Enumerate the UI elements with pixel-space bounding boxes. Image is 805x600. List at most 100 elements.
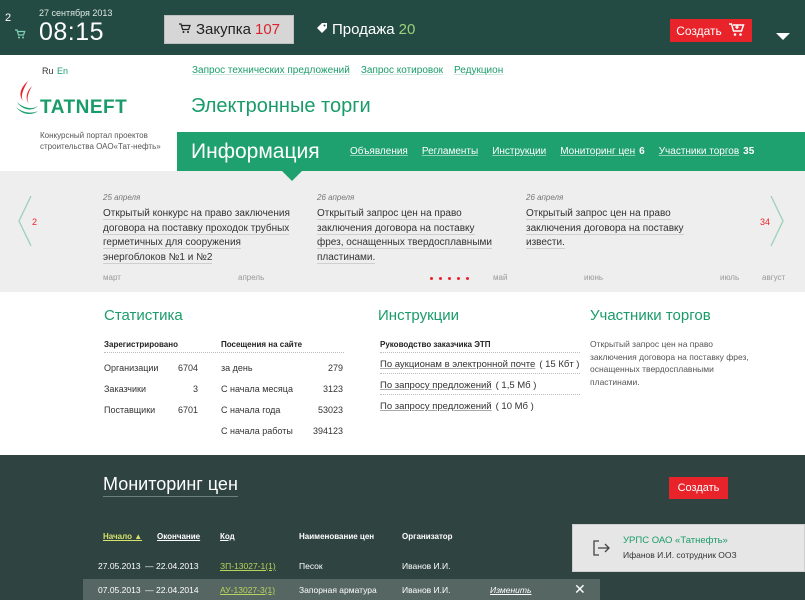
instruction-link[interactable]: По аукционам в электронной почте( 15 Кбт… — [380, 359, 579, 370]
timeline-month[interactable]: май — [493, 273, 507, 282]
row-edit-link[interactable]: Изменить — [490, 585, 531, 595]
stat-value: 6704 — [177, 363, 198, 373]
timeline-month[interactable]: апрель — [238, 273, 264, 282]
column-end[interactable]: Окончание — [157, 532, 200, 541]
column-code[interactable]: Код — [220, 532, 235, 541]
create-monitoring-button[interactable]: Создать — [669, 477, 728, 499]
tag-icon — [316, 21, 328, 38]
stat-value: 53023 — [317, 405, 343, 415]
timeline-month[interactable]: июль — [720, 273, 739, 282]
purchase-label: Закупка — [195, 21, 251, 38]
row-end: 22.04.2013 — [156, 561, 199, 571]
stat-name: Заказчики — [104, 384, 146, 394]
monitoring-title: Мониторинг цен — [103, 474, 238, 497]
instruction-link[interactable]: По запросу предложений( 1,5 Мб ) — [380, 380, 536, 391]
chevron-down-icon[interactable] — [776, 33, 790, 40]
lang-ru: Ru — [42, 66, 54, 76]
row-code-link[interactable]: АУ-13027-3(1) — [220, 585, 275, 595]
nav-count: 35 — [743, 146, 755, 157]
create-button[interactable]: Создать — [670, 19, 752, 42]
news-item: 25 апреля Открытый конкурс на право закл… — [103, 193, 293, 265]
purchase-count: 107 — [254, 21, 281, 38]
logout-icon[interactable] — [593, 540, 611, 556]
instruction-link[interactable]: По запросу предложений( 10 Мб ) — [380, 401, 534, 412]
close-icon[interactable]: ✕ — [574, 581, 586, 598]
column-organizer: Организатор — [402, 532, 453, 541]
current-time: 08:15 — [39, 18, 105, 46]
nav-count: 6 — [639, 146, 645, 157]
news-link[interactable]: Открытый запрос цен на право заключения … — [526, 208, 684, 249]
section-title: Информация — [191, 140, 320, 163]
registered-label: Зарегистрировано — [104, 340, 178, 349]
nav-item-regulations[interactable]: Регламенты — [422, 146, 478, 157]
purchase-button[interactable]: Закупка 107 — [164, 15, 294, 44]
divider — [380, 394, 580, 395]
instructions-title: Инструкции — [378, 307, 460, 324]
link-quotations[interactable]: Запрос котировок — [361, 65, 443, 76]
next-count: 34 — [760, 217, 771, 227]
page-title: Электронные торги — [191, 95, 371, 117]
tatneft-flame-icon — [16, 81, 38, 115]
stat-value: 394123 — [312, 426, 343, 436]
stat-value: 279 — [327, 363, 343, 373]
timeline-month[interactable]: август — [762, 273, 785, 282]
row-start: 07.05.2013 — [98, 585, 141, 595]
info-bar: Информация Объявления Регламенты Инструк… — [177, 132, 805, 171]
row-code-link[interactable]: ЗП-13027-1(1) — [220, 561, 276, 571]
table-row[interactable]: 07.05.2013 — 22.04.2014 АУ-13027-3(1) За… — [83, 579, 600, 600]
row-start: 27.05.2013 — [98, 561, 141, 571]
instructions-head: Руководство заказчика ЭТП — [380, 340, 491, 349]
user-organization: УРПС ОАО «Татнефть» — [623, 535, 728, 546]
news-item: 26 апреля Открытый запрос цен на право з… — [317, 193, 499, 265]
cart-small-icon — [14, 28, 26, 43]
column-name: Наименование цен — [299, 532, 375, 541]
row-name: Запорная арматура — [299, 585, 377, 595]
link-tech-proposals[interactable]: Запрос технических предложений — [192, 65, 350, 76]
chevron-left-icon[interactable] — [18, 195, 32, 247]
stat-value: 6701 — [177, 405, 198, 415]
stat-value: 3 — [192, 384, 198, 394]
news-date: 25 апреля — [103, 193, 141, 202]
notification-count[interactable]: 2 — [5, 12, 11, 24]
info-bar-pointer — [282, 171, 302, 181]
news-link[interactable]: Открытый конкурс на право заключения дог… — [103, 208, 290, 264]
stat-value: 3123 — [322, 384, 343, 394]
visits-label: Посещения на сайте — [221, 340, 303, 349]
stats-title: Статистика — [104, 307, 183, 324]
row-end: 22.04.2014 — [156, 585, 199, 595]
add-to-cart-icon — [728, 22, 746, 40]
nav-item-participants[interactable]: Участники торгов 35 — [659, 146, 755, 157]
news-date: 26 апреля — [317, 193, 355, 202]
timeline-month[interactable]: март — [103, 273, 121, 282]
nav-item-price-monitoring[interactable]: Мониторинг цен 6 — [560, 146, 645, 157]
stat-name: Поставщики — [104, 405, 156, 415]
lang-en-link[interactable]: En — [57, 66, 68, 76]
table-row[interactable]: 27.05.2013 — 22.04.2013 ЗП-13027-1(1) Пе… — [83, 555, 600, 577]
cart-icon — [178, 21, 192, 38]
timeline-dots — [430, 277, 469, 280]
divider — [380, 373, 580, 374]
divider — [380, 352, 580, 353]
top-bar: 2 27 сентября 2013 08:15 Закупка 107 Про… — [0, 0, 805, 55]
user-name: Ифанов И.И. сотрудник ООЗ — [623, 550, 737, 560]
logo-text: TATNEFT — [40, 97, 128, 118]
row-name: Песок — [299, 561, 323, 571]
column-start[interactable]: Начало ▲ — [103, 532, 142, 541]
divider — [104, 352, 344, 353]
stat-name: Организации — [104, 363, 159, 373]
participants-title: Участники торгов — [590, 307, 711, 324]
link-reduction[interactable]: Редукцион — [454, 65, 503, 76]
nav-item-announcements[interactable]: Объявления — [350, 146, 408, 157]
user-panel: УРПС ОАО «Татнефть» Ифанов И.И. сотрудни… — [572, 524, 805, 572]
portal-description: Конкурсный портал проектов строительства… — [40, 131, 161, 151]
stat-name: С начала месяца — [221, 384, 293, 394]
participants-text: Открытый запрос цен на право заключения … — [590, 339, 749, 387]
sale-button[interactable]: Продажа 20 — [316, 15, 415, 44]
sale-label: Продажа — [332, 21, 395, 38]
chevron-right-icon[interactable] — [770, 195, 784, 247]
create-label: Создать — [676, 23, 722, 38]
news-link[interactable]: Открытый запрос цен на право заключения … — [317, 208, 492, 264]
nav-item-instructions[interactable]: Инструкции — [492, 146, 546, 157]
timeline-month[interactable]: июнь — [584, 273, 603, 282]
info-nav: Объявления Регламенты Инструкции Монитор… — [350, 146, 754, 157]
